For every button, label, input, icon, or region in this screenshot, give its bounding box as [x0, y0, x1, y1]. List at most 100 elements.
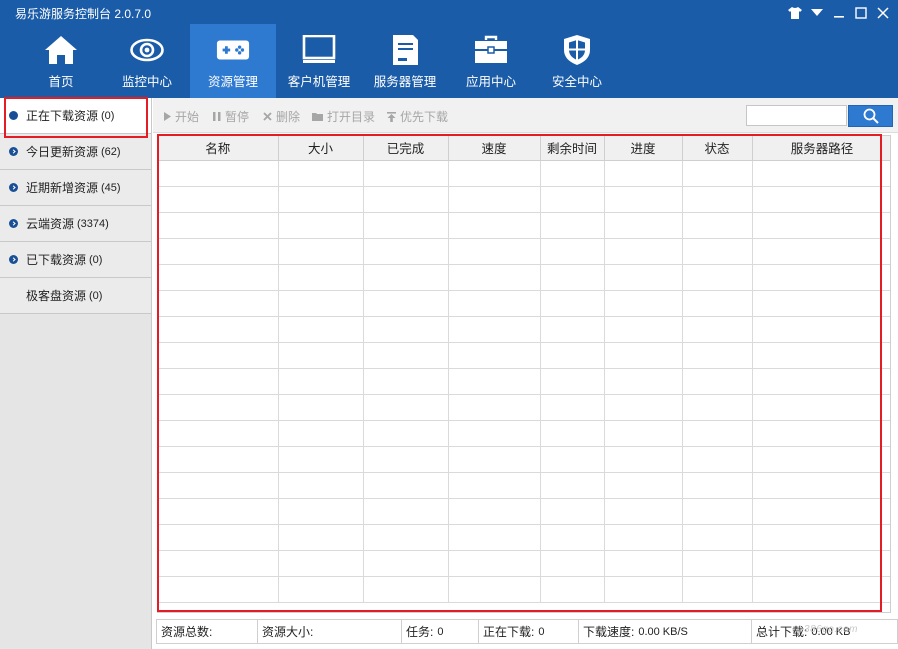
column-header-progress[interactable]: 进度: [604, 136, 683, 161]
search-button[interactable]: [848, 105, 893, 127]
pause-button[interactable]: 暂停: [213, 108, 249, 125]
nav-security-center[interactable]: 安全中心: [534, 24, 620, 98]
table-cell: [448, 420, 541, 447]
table-cell: [278, 524, 364, 551]
nav-monitor-center[interactable]: 监控中心: [104, 24, 190, 98]
table-cell: [752, 420, 890, 447]
table-cell: [278, 394, 364, 421]
table-row[interactable]: [158, 394, 890, 421]
table-cell: [540, 498, 605, 525]
nav-label: 安全中心: [551, 75, 602, 89]
nav-label: 服务器管理: [373, 75, 437, 89]
sidebar-item-downloaded[interactable]: 已下载资源 (0): [0, 242, 151, 278]
table-cell: [682, 160, 753, 187]
table-row[interactable]: [158, 576, 890, 603]
column-header-completed[interactable]: 已完成: [363, 136, 449, 161]
table-row[interactable]: [158, 212, 890, 239]
sidebar-item-downloading[interactable]: 正在下载资源 (0): [0, 98, 151, 134]
start-button[interactable]: 开始: [164, 108, 199, 125]
status-downloading: 正在下载: 0: [479, 620, 579, 643]
table-cell: [363, 316, 449, 343]
home-icon: [44, 34, 78, 66]
sidebar-item-cloud[interactable]: 云端资源 (3374): [0, 206, 151, 242]
resource-table: 名称 大小 已完成 速度 剩余时间 进度 状态 服务器路径: [157, 135, 891, 613]
table-cell: [540, 212, 605, 239]
column-header-name[interactable]: 名称: [158, 136, 279, 161]
nav-home[interactable]: 首页: [18, 24, 104, 98]
status-bar: 资源总数: 资源大小: 任务: 0 正在下载: 0 下载速度: 0.00 KB/S 总…: [156, 619, 898, 644]
sidebar-item-today-updated[interactable]: 今日更新资源 (62): [0, 134, 151, 170]
table-cell: [540, 420, 605, 447]
table-row[interactable]: [158, 160, 890, 187]
table-row[interactable]: [158, 524, 890, 551]
nav-label: 首页: [48, 75, 74, 89]
table-cell: [278, 472, 364, 499]
table-row[interactable]: [158, 264, 890, 291]
sidebar-item-count: (0): [101, 109, 115, 122]
shirt-icon[interactable]: [786, 4, 804, 22]
table-cell: [363, 342, 449, 369]
table-cell: [278, 264, 364, 291]
sidebar-item-count: (0): [89, 289, 103, 302]
maximize-icon[interactable]: [852, 4, 870, 22]
table-cell: [278, 186, 364, 213]
table-cell: [448, 186, 541, 213]
table-cell: [278, 550, 364, 577]
column-header-speed[interactable]: 速度: [448, 136, 541, 161]
delete-button[interactable]: 删除: [263, 108, 300, 125]
column-header-size[interactable]: 大小: [278, 136, 364, 161]
table-cell: [278, 290, 364, 317]
nav-server-management[interactable]: 服务器管理: [362, 24, 448, 98]
table-cell: [448, 290, 541, 317]
table-cell: [363, 212, 449, 239]
table-row[interactable]: [158, 290, 890, 317]
nav-resource-management[interactable]: 资源管理: [190, 24, 276, 98]
table-row[interactable]: [158, 420, 890, 447]
monitor-icon: [302, 34, 336, 66]
sidebar-item-recently-added[interactable]: 近期新增资源 (45): [0, 170, 151, 206]
table-row[interactable]: [158, 368, 890, 395]
nav-app-center[interactable]: 应用中心: [448, 24, 534, 98]
column-header-status[interactable]: 状态: [682, 136, 753, 161]
table-row[interactable]: [158, 550, 890, 577]
priority-download-button[interactable]: 优先下载: [387, 108, 448, 125]
table-cell: [752, 576, 890, 603]
table-cell: [752, 498, 890, 525]
play-icon: [164, 112, 171, 121]
table-row[interactable]: [158, 238, 890, 265]
table-cell: [363, 524, 449, 551]
table-header: 名称 大小 已完成 速度 剩余时间 进度 状态 服务器路径: [158, 136, 890, 161]
nav-label: 客户机管理: [287, 75, 351, 89]
table-cell: [448, 264, 541, 291]
table-body: [158, 160, 890, 603]
table-cell: [752, 342, 890, 369]
table-cell: [363, 472, 449, 499]
table-cell: [540, 576, 605, 603]
table-cell: [448, 316, 541, 343]
table-cell: [158, 290, 279, 317]
table-row[interactable]: [158, 498, 890, 525]
table-cell: [278, 212, 364, 239]
search-input[interactable]: [746, 105, 847, 126]
open-directory-button[interactable]: 打开目录: [312, 108, 375, 125]
table-row[interactable]: [158, 342, 890, 369]
table-cell: [540, 368, 605, 395]
table-cell: [278, 368, 364, 395]
table-cell: [682, 420, 753, 447]
table-cell: [278, 576, 364, 603]
close-icon[interactable]: [874, 4, 892, 22]
minimize-icon[interactable]: [830, 4, 848, 22]
table-cell: [540, 264, 605, 291]
table-row[interactable]: [158, 446, 890, 473]
status-total-resources: 资源总数:: [157, 620, 258, 643]
column-header-server-path[interactable]: 服务器路径: [752, 136, 890, 161]
table-cell: [752, 238, 890, 265]
sidebar-item-geek-disk[interactable]: 极客盘资源 (0): [0, 278, 151, 314]
table-row[interactable]: [158, 472, 890, 499]
menu-down-icon[interactable]: [808, 4, 826, 22]
nav-client-management[interactable]: 客户机管理: [276, 24, 362, 98]
table-row[interactable]: [158, 186, 890, 213]
table-cell: [604, 264, 683, 291]
table-row[interactable]: [158, 316, 890, 343]
column-header-remaining-time[interactable]: 剩余时间: [540, 136, 605, 161]
